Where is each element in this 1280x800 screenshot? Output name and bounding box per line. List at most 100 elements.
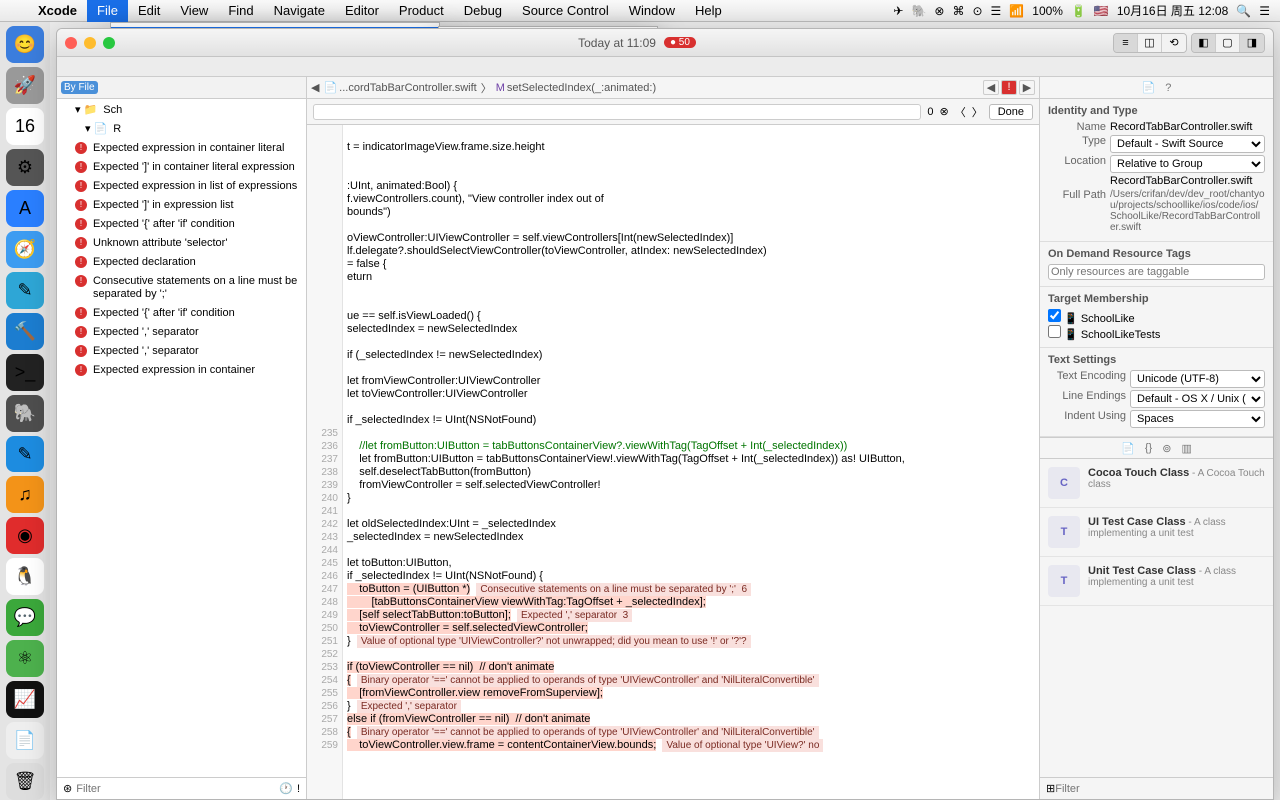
dock-app[interactable]: ✎ bbox=[6, 272, 44, 309]
library-item[interactable]: TUnit Test Case Class - A class implemen… bbox=[1040, 557, 1273, 606]
issue[interactable]: !Expected ']' in expression list bbox=[57, 196, 306, 215]
issue[interactable]: !Expected expression in container litera… bbox=[57, 139, 306, 158]
dock-evernote[interactable]: 🐘 bbox=[6, 395, 44, 432]
list-icon[interactable]: ☰ bbox=[1259, 4, 1270, 18]
filter-input[interactable] bbox=[76, 783, 275, 795]
find-next[interactable]: 〉 bbox=[972, 104, 983, 120]
dock-appstore[interactable]: A bbox=[6, 190, 44, 227]
menu-edit[interactable]: Edit bbox=[128, 0, 170, 22]
editor-mode-segment[interactable]: ≡◫⟲ bbox=[1113, 33, 1187, 53]
help-inspector-icon[interactable]: ? bbox=[1165, 82, 1171, 94]
find-prev[interactable]: 〈 bbox=[955, 104, 966, 120]
status-icon[interactable]: ✈ bbox=[893, 4, 903, 18]
issue-prev[interactable]: ◀ bbox=[983, 80, 999, 95]
dock-settings[interactable]: ⚙ bbox=[6, 149, 44, 186]
nav-back[interactable]: ◀ bbox=[311, 81, 319, 94]
find-input[interactable] bbox=[313, 104, 921, 120]
issue-badge[interactable]: ! bbox=[1001, 80, 1017, 95]
issue[interactable]: !Expected ',' separator bbox=[57, 342, 306, 361]
library-item[interactable]: TUI Test Case Class - A class implementi… bbox=[1040, 508, 1273, 557]
panel-toggle-segment[interactable]: ◧▢◨ bbox=[1191, 33, 1265, 53]
location-select[interactable]: Relative to Group bbox=[1110, 155, 1265, 173]
file-inspector-icon[interactable]: 📄 bbox=[1142, 81, 1156, 94]
close-button[interactable] bbox=[65, 37, 77, 49]
issue-next[interactable]: ▶ bbox=[1019, 80, 1035, 95]
grid-icon[interactable]: ⊞ bbox=[1046, 782, 1055, 795]
issue[interactable]: !Unknown attribute 'selector' bbox=[57, 234, 306, 253]
encoding-select[interactable]: Unicode (UTF-8) bbox=[1130, 370, 1265, 388]
navigator-tabs[interactable]: By File bbox=[57, 77, 306, 99]
line-endings-select[interactable]: Default - OS X / Unix (...) bbox=[1130, 390, 1265, 408]
menu-debug[interactable]: Debug bbox=[454, 0, 512, 22]
by-file-tab[interactable]: By File bbox=[61, 81, 98, 94]
inline-error[interactable]: Binary operator '==' cannot be applied t… bbox=[357, 726, 819, 739]
menu-editor[interactable]: Editor bbox=[335, 0, 389, 22]
odr-input[interactable] bbox=[1048, 264, 1265, 280]
inline-error[interactable]: Expected ',' separator bbox=[357, 700, 461, 713]
error-filter-icon[interactable]: ! bbox=[297, 783, 300, 795]
issue[interactable]: !Consecutive statements on a line must b… bbox=[57, 272, 306, 304]
jump-bar[interactable]: ◀ 📄...cordTabBarController.swift〉 MsetSe… bbox=[307, 77, 1039, 99]
dock-itunes[interactable]: ♫ bbox=[6, 476, 44, 513]
issue[interactable]: !Expected ',' separator bbox=[57, 323, 306, 342]
status-icon[interactable]: ⊙ bbox=[972, 4, 982, 18]
code-area[interactable]: 2352362372382392402412422432442452462472… bbox=[307, 125, 1039, 799]
zoom-button[interactable] bbox=[103, 37, 115, 49]
status-icon[interactable]: ⊗ bbox=[934, 4, 944, 18]
filter-icon[interactable]: ⊛ bbox=[63, 782, 72, 795]
dock-xcode[interactable]: 🔨 bbox=[6, 313, 44, 350]
code-body[interactable]: t = indicatorImageView.frame.size.height… bbox=[343, 125, 1039, 799]
issue[interactable]: !Expected '{' after 'if' condition bbox=[57, 215, 306, 234]
target-check-2[interactable] bbox=[1048, 325, 1061, 338]
dock-launchpad[interactable]: 🚀 bbox=[6, 67, 44, 104]
status-icon[interactable]: ☰ bbox=[991, 4, 1002, 18]
inline-error[interactable]: Consecutive statements on a line must be… bbox=[476, 583, 751, 596]
menu-find[interactable]: Find bbox=[218, 0, 263, 22]
dock-calendar[interactable]: 16 bbox=[6, 108, 44, 145]
app-menu[interactable]: Xcode bbox=[28, 3, 87, 18]
menu-source-control[interactable]: Source Control bbox=[512, 0, 619, 22]
library-item[interactable]: CCocoa Touch Class - A Cocoa Touch class bbox=[1040, 459, 1273, 508]
dock-app[interactable]: ◉ bbox=[6, 517, 44, 554]
dock-qq[interactable]: 🐧 bbox=[6, 558, 44, 595]
issue[interactable]: !Expected expression in list of expressi… bbox=[57, 177, 306, 196]
status-icon[interactable]: ⌘ bbox=[952, 4, 964, 18]
error-count-badge[interactable]: ● 50 bbox=[664, 37, 696, 48]
minimize-button[interactable] bbox=[84, 37, 96, 49]
issue[interactable]: !Expected expression in container bbox=[57, 361, 306, 380]
dock-activity[interactable]: 📈 bbox=[6, 681, 44, 718]
datetime[interactable]: 10月16日 周五 12:08 bbox=[1117, 2, 1228, 19]
status-icon[interactable]: 🐘 bbox=[911, 4, 926, 18]
inline-error[interactable]: Value of optional type 'UIView?' no bbox=[662, 739, 823, 752]
inline-error[interactable]: Expected ',' separator 3 bbox=[517, 609, 632, 622]
target-check-1[interactable] bbox=[1048, 309, 1061, 322]
battery[interactable]: 100% bbox=[1032, 4, 1063, 18]
issue[interactable]: !Expected declaration bbox=[57, 253, 306, 272]
dock-app[interactable]: ✎ bbox=[6, 436, 44, 473]
menu-file[interactable]: File bbox=[87, 0, 128, 22]
dock-trash[interactable]: 🗑 bbox=[6, 763, 44, 800]
issue-file[interactable]: ▾ 📄R bbox=[57, 120, 306, 139]
dock-app[interactable]: 📄 bbox=[6, 722, 44, 759]
flag-icon[interactable]: 🇺🇸 bbox=[1094, 4, 1109, 18]
wifi-icon[interactable]: 📶 bbox=[1009, 4, 1024, 18]
issue[interactable]: !Expected ']' in container literal expre… bbox=[57, 158, 306, 177]
menu-view[interactable]: View bbox=[170, 0, 218, 22]
menu-help[interactable]: Help bbox=[685, 0, 732, 22]
dock-finder[interactable]: 😊 bbox=[6, 26, 44, 63]
library-tabs[interactable]: 📄{}⊚▥ bbox=[1040, 437, 1273, 459]
menu-navigate[interactable]: Navigate bbox=[264, 0, 335, 22]
library-filter-input[interactable] bbox=[1055, 783, 1267, 795]
find-done[interactable]: Done bbox=[989, 104, 1033, 120]
type-select[interactable]: Default - Swift Source bbox=[1110, 135, 1265, 153]
dock-terminal[interactable]: >_ bbox=[6, 354, 44, 391]
dock-safari[interactable]: 🧭 bbox=[6, 231, 44, 268]
dock-atom[interactable]: ⚛ bbox=[6, 640, 44, 677]
inline-error[interactable]: Binary operator '==' cannot be applied t… bbox=[357, 674, 819, 687]
clock-icon[interactable]: 🕐 bbox=[279, 782, 293, 795]
clear-icon[interactable]: ⊗ bbox=[939, 105, 948, 118]
menu-window[interactable]: Window bbox=[619, 0, 685, 22]
dock-wechat[interactable]: 💬 bbox=[6, 599, 44, 636]
indent-select[interactable]: Spaces bbox=[1130, 410, 1265, 428]
issue-group[interactable]: ▾ 📁Sch bbox=[57, 101, 306, 120]
